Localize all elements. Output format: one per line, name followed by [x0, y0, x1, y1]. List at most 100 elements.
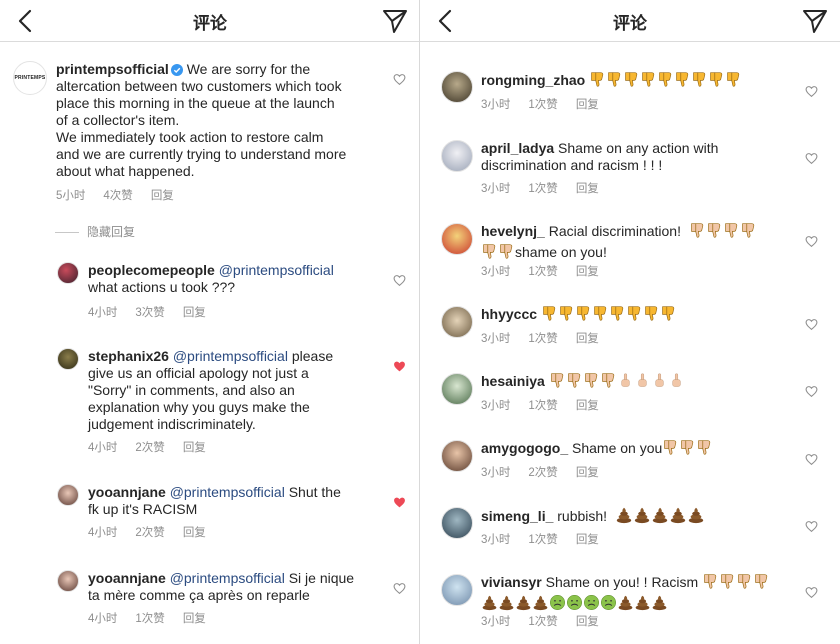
chevron-left-icon[interactable] [434, 8, 458, 34]
comment-meta: 3小时 1次赞 回复 [481, 613, 617, 629]
thumbs-down-emoji [609, 305, 626, 322]
thumbs-down-emoji [481, 243, 498, 260]
comment-username[interactable]: amygogogo_ [481, 440, 568, 456]
avatar[interactable] [441, 306, 473, 338]
reply-button[interactable]: 回复 [183, 442, 206, 454]
avatar[interactable] [57, 262, 79, 284]
avatar[interactable] [57, 570, 79, 592]
reply-button[interactable]: 回复 [576, 616, 599, 628]
comment-item: yooannjane @printempsofficial Shut the f… [0, 480, 420, 550]
comment-meta: 5小时 4次赞 回复 [56, 187, 192, 203]
avatar[interactable] [441, 373, 473, 405]
comment-username[interactable]: hesainiya [481, 373, 545, 389]
avatar[interactable] [57, 348, 79, 370]
comment-item: hevelynj_ Racial discrimination! shame o… [420, 220, 840, 282]
reply-button[interactable]: 回复 [151, 190, 174, 202]
avatar[interactable] [441, 574, 473, 606]
reply-button[interactable]: 回复 [576, 534, 599, 546]
comment-text: simeng_li_ rubbish! [481, 506, 811, 528]
comment-username[interactable]: yooannjane [88, 570, 166, 586]
like-count[interactable]: 3次赞 [135, 307, 164, 319]
emoji-row [702, 573, 770, 594]
poop-emoji [481, 594, 498, 611]
thumbs-down-emoji [606, 71, 623, 88]
like-count[interactable]: 2次赞 [135, 442, 164, 454]
comment-line: place this morning in the queue at the l… [56, 95, 335, 111]
like-count[interactable]: 2次赞 [135, 527, 164, 539]
heart-icon[interactable] [805, 453, 818, 466]
reply-button[interactable]: 回复 [183, 307, 206, 319]
heart-icon-liked[interactable] [393, 496, 406, 509]
comment-username[interactable]: stephanix26 [88, 348, 169, 364]
poop-emoji [633, 506, 651, 524]
heart-icon[interactable] [805, 152, 818, 165]
reply-button[interactable]: 回复 [576, 400, 599, 412]
avatar[interactable] [441, 507, 473, 539]
like-count[interactable]: 1次赞 [528, 616, 557, 628]
mention-link[interactable]: @printempsofficial [170, 484, 285, 500]
like-count[interactable]: 1次赞 [528, 400, 557, 412]
like-count[interactable]: 1次赞 [528, 534, 557, 546]
thumbs-down-emoji [623, 71, 640, 88]
avatar[interactable] [441, 440, 473, 472]
like-count[interactable]: 1次赞 [528, 99, 557, 111]
paper-plane-icon[interactable] [382, 8, 408, 34]
reply-button[interactable]: 回复 [576, 266, 599, 278]
heart-icon-liked[interactable] [393, 360, 406, 373]
like-count[interactable]: 4次赞 [103, 190, 132, 202]
poop-emoji [532, 594, 549, 611]
emoji-row [481, 243, 515, 264]
comment-username[interactable]: simeng_li_ [481, 508, 553, 524]
like-count[interactable]: 1次赞 [528, 266, 557, 278]
comment-username[interactable]: peoplecomepeople [88, 262, 215, 278]
comment-username[interactable]: hevelynj_ [481, 223, 545, 239]
avatar[interactable] [441, 71, 473, 103]
poop-emoji [687, 506, 705, 524]
thumbs-down-emoji [541, 305, 558, 322]
avatar[interactable] [441, 140, 473, 172]
comment-username[interactable]: yooannjane [88, 484, 166, 500]
chevron-left-icon[interactable] [14, 8, 38, 34]
reply-button[interactable]: 回复 [576, 99, 599, 111]
comment-username[interactable]: viviansyr [481, 574, 542, 590]
avatar[interactable] [57, 484, 79, 506]
like-count[interactable]: 1次赞 [135, 613, 164, 625]
mention-link[interactable]: @printempsofficial [170, 570, 285, 586]
paper-plane-icon[interactable] [802, 8, 828, 34]
emoji-row [541, 305, 677, 326]
heart-icon[interactable] [805, 385, 818, 398]
comment-username[interactable]: rongming_zhao [481, 72, 585, 88]
heart-icon[interactable] [393, 274, 406, 287]
heart-icon[interactable] [805, 85, 818, 98]
hide-replies-label: 隐藏回复 [87, 225, 136, 239]
heart-icon[interactable] [805, 520, 818, 533]
like-count[interactable]: 1次赞 [528, 183, 557, 195]
like-count[interactable]: 1次赞 [528, 333, 557, 345]
like-count[interactable]: 2次赞 [528, 467, 557, 479]
avatar[interactable] [441, 223, 473, 255]
heart-icon[interactable] [805, 586, 818, 599]
avatar[interactable]: PRINTEMPS [13, 61, 47, 95]
reply-button[interactable]: 回复 [183, 613, 206, 625]
comment-username[interactable]: april_ladya [481, 140, 554, 156]
reply-button[interactable]: 回复 [576, 333, 599, 345]
mention-link[interactable]: @printempsofficial [219, 262, 334, 278]
comment-username[interactable]: printempsofficial [56, 61, 169, 77]
reply-button[interactable]: 回复 [576, 183, 599, 195]
reply-button[interactable]: 回复 [576, 467, 599, 479]
comment-meta: 3小时 1次赞 回复 [481, 180, 617, 196]
heart-icon[interactable] [805, 318, 818, 331]
thumbs-down-emoji [657, 71, 674, 88]
mention-link[interactable]: @printempsofficial [173, 348, 288, 364]
comment-text: hevelynj_ Racial discrimination! shame o… [481, 222, 811, 264]
thumbs-down-emoji [725, 71, 742, 88]
heart-icon[interactable] [393, 582, 406, 595]
reply-button[interactable]: 回复 [183, 527, 206, 539]
comment-meta: 3小时 1次赞 回复 [481, 397, 617, 413]
comment-meta: 4小时 2次赞 回复 [88, 524, 224, 540]
comment-username[interactable]: hhyyccc [481, 306, 537, 322]
heart-icon[interactable] [393, 73, 406, 86]
hide-replies-button[interactable]: 隐藏回复 [55, 223, 135, 240]
poop-emoji [651, 506, 669, 524]
heart-icon[interactable] [805, 235, 818, 248]
